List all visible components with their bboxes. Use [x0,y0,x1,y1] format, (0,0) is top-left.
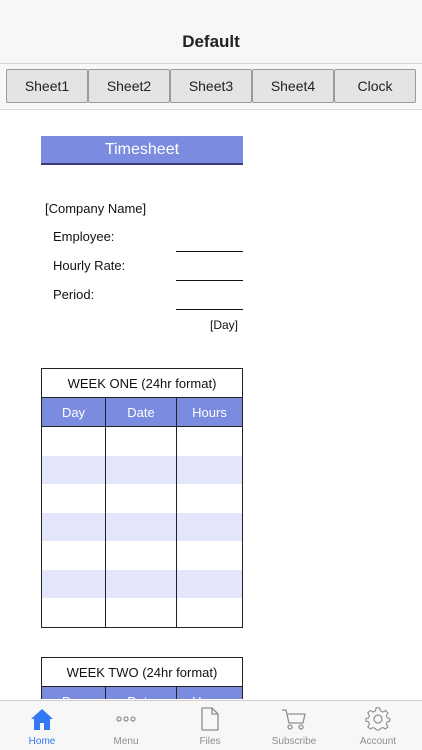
column-header-hours: Hours [192,404,227,420]
company-name[interactable]: [Company Name] [45,201,146,216]
hours-cell[interactable] [177,427,242,456]
week-two-title: WEEK TWO (24hr format) [42,658,242,687]
nav-bar: Default [0,0,422,64]
table-row[interactable] [42,427,242,456]
column-header-day: Day [42,687,106,699]
bottom-tab-bar: Home Menu Files Subscribe Account [0,700,422,750]
table-row[interactable] [42,484,242,513]
hours-cell[interactable] [177,513,242,542]
week-one-header-row: Day Date Hours [42,398,242,427]
day-cell[interactable] [42,569,106,598]
tabbar-files-label: Files [199,736,221,747]
employee-label: Employee: [53,229,115,244]
tab-sheet1[interactable]: Sheet1 [6,69,88,103]
table-row[interactable] [42,455,242,485]
sheet-content[interactable]: Timesheet [Company Name] Employee: Hourl… [0,111,422,699]
table-row[interactable] [42,569,242,599]
table-row[interactable] [42,512,242,542]
sheet-tabs: Sheet1 Sheet2 Sheet3 Sheet4 Clock [0,64,422,110]
table-row[interactable] [42,541,242,570]
hourly-rate-field[interactable] [176,280,243,281]
week-two-header-row: Day Date Hours [42,687,242,699]
tabbar-subscribe[interactable]: Subscribe [252,701,336,750]
week-two-table: WEEK TWO (24hr format) Day Date Hours [41,657,243,699]
date-cell[interactable] [106,512,177,541]
date-cell[interactable] [106,541,177,570]
tabbar-menu[interactable]: Menu [84,701,168,750]
period-field[interactable] [176,309,243,310]
tabbar-home-label: Home [28,736,56,747]
date-cell[interactable] [106,569,177,598]
hourly-rate-label: Hourly Rate: [53,258,126,273]
column-header-hours: Hours [177,687,242,700]
day-note: [Day] [210,318,239,332]
hours-cell[interactable] [177,598,242,627]
week-one-title: WEEK ONE (24hr format) [42,369,242,398]
tab-clock[interactable]: Clock [334,69,416,103]
hours-cell[interactable] [177,570,242,599]
tab-sheet4[interactable]: Sheet4 [252,69,334,103]
date-cell[interactable] [106,598,177,627]
tabbar-files[interactable]: Files [168,701,252,750]
date-cell[interactable] [106,484,177,513]
hours-cell[interactable] [177,541,242,570]
tabbar-menu-label: Menu [113,736,139,747]
period-label: Period: [53,287,95,302]
tabbar-account[interactable]: Account [336,701,420,750]
home-icon [0,706,84,734]
timesheet-title: Timesheet [41,136,243,165]
day-cell[interactable] [42,484,106,513]
cart-icon [252,706,336,734]
week-one-table: WEEK ONE (24hr format) Day Date Hours [41,368,243,628]
table-row[interactable] [42,598,242,627]
hours-cell[interactable] [177,456,242,485]
tab-sheet2[interactable]: Sheet2 [88,69,170,103]
column-header-date: Date [106,398,177,426]
date-cell[interactable] [106,427,177,456]
tabbar-subscribe-label: Subscribe [271,736,317,747]
tabbar-home[interactable]: Home [0,701,84,750]
day-cell[interactable] [42,427,106,456]
tabbar-account-label: Account [359,736,397,747]
date-cell[interactable] [106,455,177,484]
file-icon [168,706,252,734]
hours-cell[interactable] [177,484,242,513]
day-cell[interactable] [42,455,106,484]
tab-sheet3[interactable]: Sheet3 [170,69,252,103]
day-cell[interactable] [42,598,106,627]
day-cell[interactable] [42,512,106,541]
gear-icon [336,706,420,734]
column-header-day: Day [42,398,106,426]
column-header-date: Date [106,687,177,699]
day-cell[interactable] [42,541,106,570]
more-icon [84,706,168,734]
employee-field[interactable] [176,251,243,252]
page-title: Default [182,32,240,51]
